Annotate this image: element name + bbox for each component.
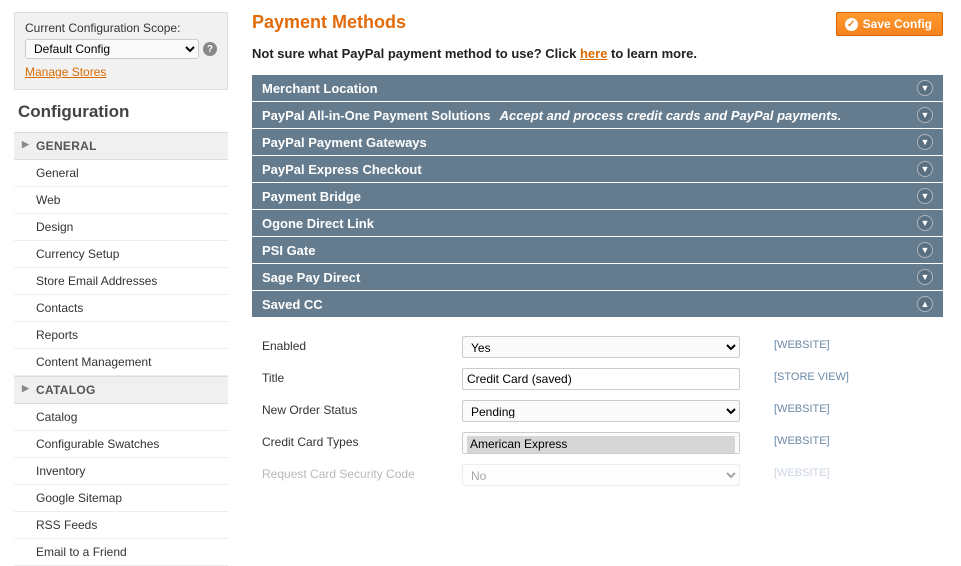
nav: GENERALGeneralWebDesignCurrency SetupSto…: [14, 132, 228, 566]
new-order-label: New Order Status: [262, 400, 462, 417]
reqsec-label: Request Card Security Code: [262, 464, 462, 481]
page-title: Payment Methods: [252, 12, 406, 33]
chevron-up-icon: ▲: [917, 296, 933, 312]
save-label: Save Config: [863, 17, 932, 31]
nav-item[interactable]: Configurable Swatches: [14, 431, 228, 458]
nav-item[interactable]: Email to a Friend: [14, 539, 228, 566]
nav-item[interactable]: Design: [14, 214, 228, 241]
nav-section[interactable]: GENERAL: [14, 132, 228, 160]
scope-tag: [WEBSITE]: [774, 336, 830, 351]
chevron-down-icon: ▼: [917, 269, 933, 285]
nav-item[interactable]: Web: [14, 187, 228, 214]
saved-cc-body: Enabled Yes [WEBSITE] Title [STORE VIEW]…: [252, 318, 943, 502]
nav-item[interactable]: Content Management: [14, 349, 228, 376]
scope-tag: [STORE VIEW]: [774, 368, 849, 383]
accordion-header[interactable]: Sage Pay Direct▼: [252, 264, 943, 291]
new-order-select[interactable]: Pending: [462, 400, 740, 422]
config-heading: Configuration: [18, 102, 228, 122]
nav-item[interactable]: RSS Feeds: [14, 512, 228, 539]
scope-select[interactable]: Default Config: [25, 39, 199, 59]
cctype-label: Credit Card Types: [262, 432, 462, 449]
accordion-header[interactable]: Merchant Location▼: [252, 75, 943, 102]
scope-title: Current Configuration Scope:: [25, 21, 217, 35]
help-icon[interactable]: ?: [203, 42, 217, 56]
accordion-list: Merchant Location▼PayPal All-in-One Paym…: [252, 75, 943, 318]
paypal-hint: Not sure what PayPal payment method to u…: [252, 46, 943, 61]
accordion-header[interactable]: PayPal Payment Gateways▼: [252, 129, 943, 156]
save-config-button[interactable]: ✓ Save Config: [836, 12, 943, 36]
accordion-header[interactable]: PayPal All-in-One Payment Solutions Acce…: [252, 102, 943, 129]
scope-tag: [WEBSITE]: [774, 464, 830, 479]
chevron-down-icon: ▼: [917, 215, 933, 231]
enabled-select[interactable]: Yes: [462, 336, 740, 358]
scope-box: Current Configuration Scope: Default Con…: [14, 12, 228, 90]
reqsec-select[interactable]: No: [462, 464, 740, 486]
accordion-header[interactable]: PayPal Express Checkout▼: [252, 156, 943, 183]
nav-item[interactable]: Currency Setup: [14, 241, 228, 268]
check-icon: ✓: [845, 18, 858, 31]
chevron-down-icon: ▼: [917, 80, 933, 96]
nav-item[interactable]: Contacts: [14, 295, 228, 322]
nav-item[interactable]: General: [14, 160, 228, 187]
accordion-header[interactable]: PSI Gate▼: [252, 237, 943, 264]
accordion-header[interactable]: Payment Bridge▼: [252, 183, 943, 210]
scope-tag: [WEBSITE]: [774, 432, 830, 447]
accordion-header[interactable]: Ogone Direct Link▼: [252, 210, 943, 237]
enabled-label: Enabled: [262, 336, 462, 353]
cctype-multiselect[interactable]: American ExpressVisaMasterCardDiscoverJC…: [462, 432, 740, 454]
nav-item[interactable]: Google Sitemap: [14, 485, 228, 512]
nav-section[interactable]: CATALOG: [14, 376, 228, 404]
nav-item[interactable]: Store Email Addresses: [14, 268, 228, 295]
title-label: Title: [262, 368, 462, 385]
chevron-down-icon: ▼: [917, 107, 933, 123]
scope-tag: [WEBSITE]: [774, 400, 830, 415]
paypal-here-link[interactable]: here: [580, 46, 607, 61]
manage-stores-link[interactable]: Manage Stores: [25, 65, 106, 79]
nav-item[interactable]: Inventory: [14, 458, 228, 485]
nav-item[interactable]: Catalog: [14, 404, 228, 431]
nav-item[interactable]: Reports: [14, 322, 228, 349]
chevron-down-icon: ▼: [917, 134, 933, 150]
accordion-header[interactable]: Saved CC▲: [252, 291, 943, 318]
title-input[interactable]: [462, 368, 740, 390]
chevron-down-icon: ▼: [917, 161, 933, 177]
chevron-down-icon: ▼: [917, 242, 933, 258]
chevron-down-icon: ▼: [917, 188, 933, 204]
